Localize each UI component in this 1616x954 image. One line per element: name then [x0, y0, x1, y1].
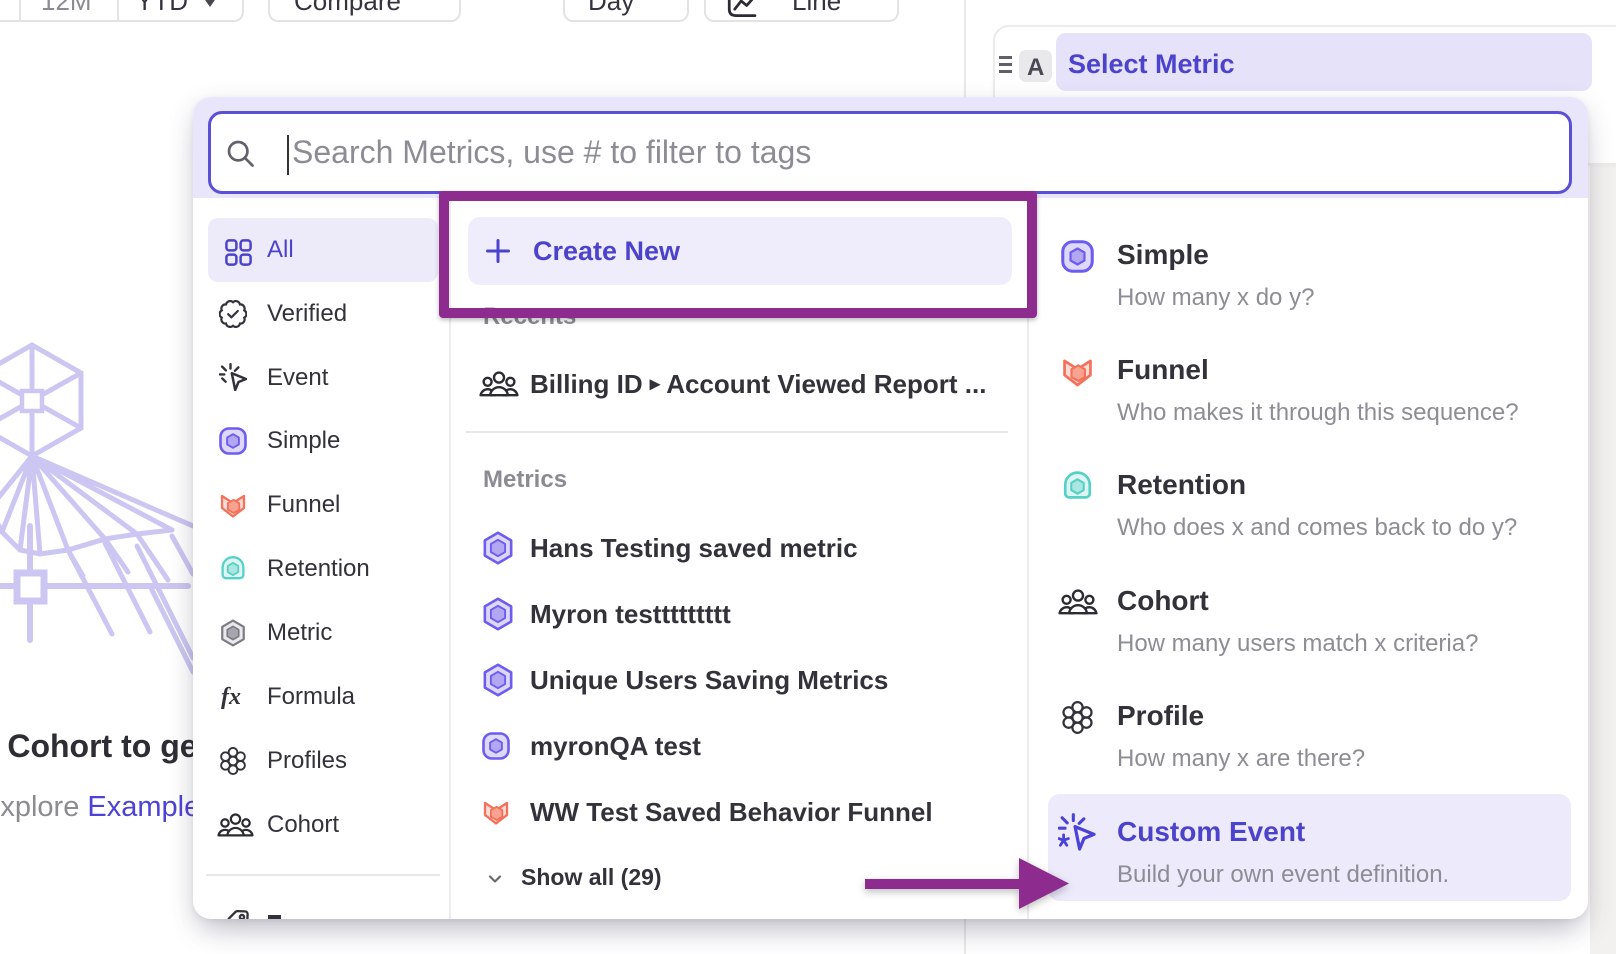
svg-text:fx: fx: [221, 684, 241, 710]
